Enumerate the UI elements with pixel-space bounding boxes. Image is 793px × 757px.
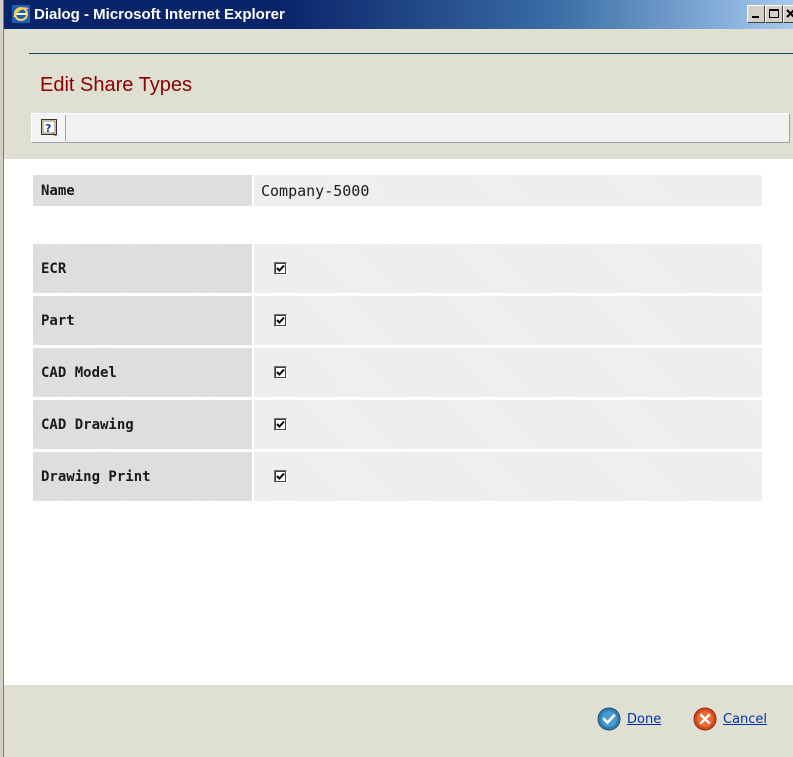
- name-value: Company-5000: [254, 175, 762, 206]
- help-button[interactable]: ?: [33, 115, 66, 141]
- window-title: Dialog - Microsoft Internet Explorer: [34, 6, 285, 23]
- cancel-button[interactable]: Cancel: [693, 707, 767, 731]
- share-type-label: ECR: [33, 244, 252, 293]
- share-type-row: CAD Drawing: [33, 400, 762, 449]
- name-row: Name Company-5000: [33, 175, 762, 206]
- drawing-print-checkbox[interactable]: [274, 469, 287, 483]
- cancel-icon: [693, 707, 717, 731]
- maximize-icon: [769, 9, 779, 18]
- title-bar[interactable]: Dialog - Microsoft Internet Explorer: [4, 0, 793, 29]
- share-type-label: CAD Model: [33, 348, 252, 397]
- check-icon: [276, 264, 285, 272]
- svg-text:?: ?: [45, 122, 51, 135]
- maximize-button[interactable]: [765, 5, 783, 23]
- share-type-label: CAD Drawing: [33, 400, 252, 449]
- dialog-content: Edit Share Types ? Name Company-5000 ECR: [4, 29, 793, 757]
- ie-icon: [12, 5, 30, 23]
- share-type-value: [254, 348, 762, 397]
- share-type-value: [254, 400, 762, 449]
- share-type-label: Drawing Print: [33, 452, 252, 501]
- dialog-window: Dialog - Microsoft Internet Explorer Edi…: [0, 0, 793, 757]
- toolbar: ?: [31, 113, 790, 143]
- minimize-icon: [752, 16, 759, 18]
- part-checkbox[interactable]: [274, 313, 287, 327]
- share-type-value: [254, 244, 762, 293]
- share-type-row: Drawing Print: [33, 452, 762, 501]
- share-type-row: CAD Model: [33, 348, 762, 397]
- done-button[interactable]: Done: [597, 707, 661, 731]
- name-label: Name: [33, 175, 252, 206]
- done-label: Done: [627, 711, 662, 727]
- minimize-button[interactable]: [747, 5, 765, 23]
- ecr-checkbox[interactable]: [274, 261, 287, 275]
- help-icon: ?: [41, 119, 57, 136]
- check-icon: [276, 368, 285, 376]
- cancel-label: Cancel: [723, 711, 768, 727]
- close-icon: [786, 9, 793, 18]
- share-type-row: Part: [33, 296, 762, 345]
- header-divider: [29, 53, 793, 54]
- share-type-value: [254, 452, 762, 501]
- done-icon: [597, 707, 621, 731]
- header-area: Edit Share Types ?: [4, 29, 793, 159]
- share-type-label: Part: [33, 296, 252, 345]
- check-icon: [276, 316, 285, 324]
- check-icon: [276, 420, 285, 428]
- cad-drawing-checkbox[interactable]: [274, 417, 287, 431]
- share-type-row: ECR: [33, 244, 762, 293]
- cad-model-checkbox[interactable]: [274, 365, 287, 379]
- close-button[interactable]: [783, 5, 793, 23]
- dialog-footer: Done Cancel: [4, 685, 793, 757]
- check-icon: [276, 472, 285, 480]
- page-title: Edit Share Types: [40, 74, 192, 96]
- share-type-value: [254, 296, 762, 345]
